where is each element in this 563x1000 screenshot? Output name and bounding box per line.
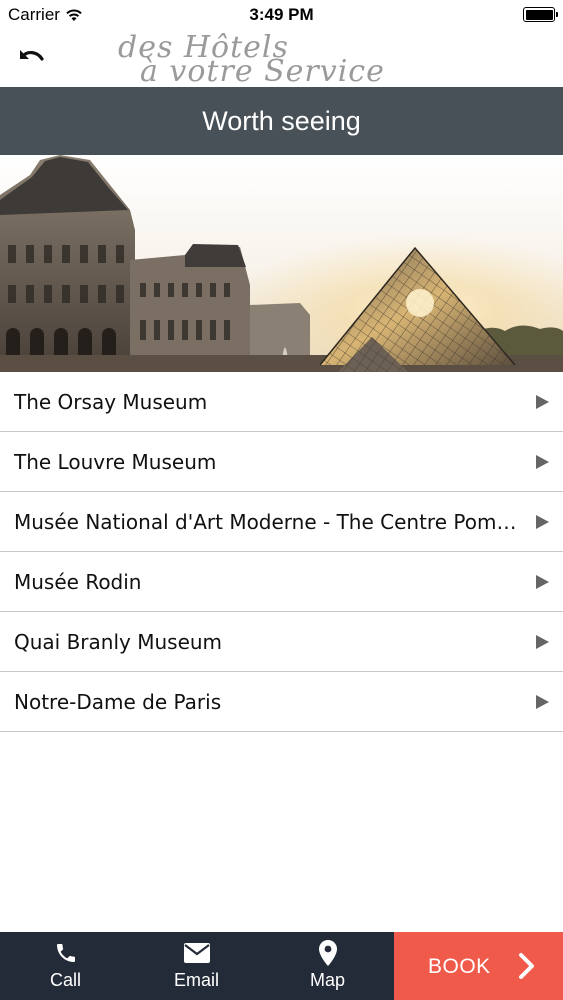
chevron-right-icon (536, 395, 549, 409)
book-button[interactable]: BOOK (394, 932, 563, 1000)
battery-icon (523, 7, 558, 22)
brand-logo: des Hôtels à votre Service (112, 30, 452, 89)
phone-icon (54, 940, 78, 966)
list-item[interactable]: The Orsay Museum (0, 372, 563, 432)
list-item[interactable]: Musée Rodin (0, 552, 563, 612)
list-item-label: Quai Branly Museum (14, 629, 223, 654)
chevron-right-icon (519, 953, 534, 979)
list-item-label: Musée National d'Art Moderne - The Centr… (14, 509, 521, 534)
brand-header: des Hôtels à votre Service (0, 30, 563, 89)
chevron-right-icon (536, 695, 549, 709)
call-button[interactable]: Call (0, 932, 131, 1000)
brand-line2: à votre Service (140, 54, 385, 89)
map-label: Map (309, 970, 345, 990)
call-label: Call (49, 970, 81, 990)
envelope-icon (183, 940, 210, 966)
status-bar: Carrier 3:49 PM (0, 0, 563, 30)
status-time: 3:49 PM (249, 5, 314, 24)
email-label: Email (173, 970, 219, 990)
list-item[interactable]: Quai Branly Museum (0, 612, 563, 672)
hero-image (0, 155, 563, 372)
list-item[interactable]: Musée National d'Art Moderne - The Centr… (0, 492, 563, 552)
back-button[interactable] (12, 40, 52, 76)
bottom-tab-bar: Call Email Map BOOK (0, 932, 563, 1000)
email-button[interactable]: Email (131, 932, 262, 1000)
chevron-right-icon (536, 575, 549, 589)
list-item[interactable]: Notre-Dame de Paris (0, 672, 563, 732)
list-item-label: The Orsay Museum (14, 389, 208, 414)
list-item-label: Notre-Dame de Paris (14, 689, 222, 714)
list-item-label: Musée Rodin (14, 569, 142, 594)
list-item[interactable]: The Louvre Museum (0, 432, 563, 492)
map-pin-icon (318, 940, 337, 966)
map-button[interactable]: Map (262, 932, 393, 1000)
chevron-right-icon (536, 635, 549, 649)
page-title: Worth seeing (202, 105, 361, 136)
title-bar: Worth seeing (0, 87, 563, 155)
sights-list: The Orsay Museum The Louvre Museum Musée… (0, 372, 563, 732)
book-label: BOOK (428, 955, 491, 978)
list-item-label: The Louvre Museum (14, 449, 217, 474)
chevron-right-icon (536, 515, 549, 529)
chevron-right-icon (536, 455, 549, 469)
undo-arrow-icon (20, 50, 44, 61)
